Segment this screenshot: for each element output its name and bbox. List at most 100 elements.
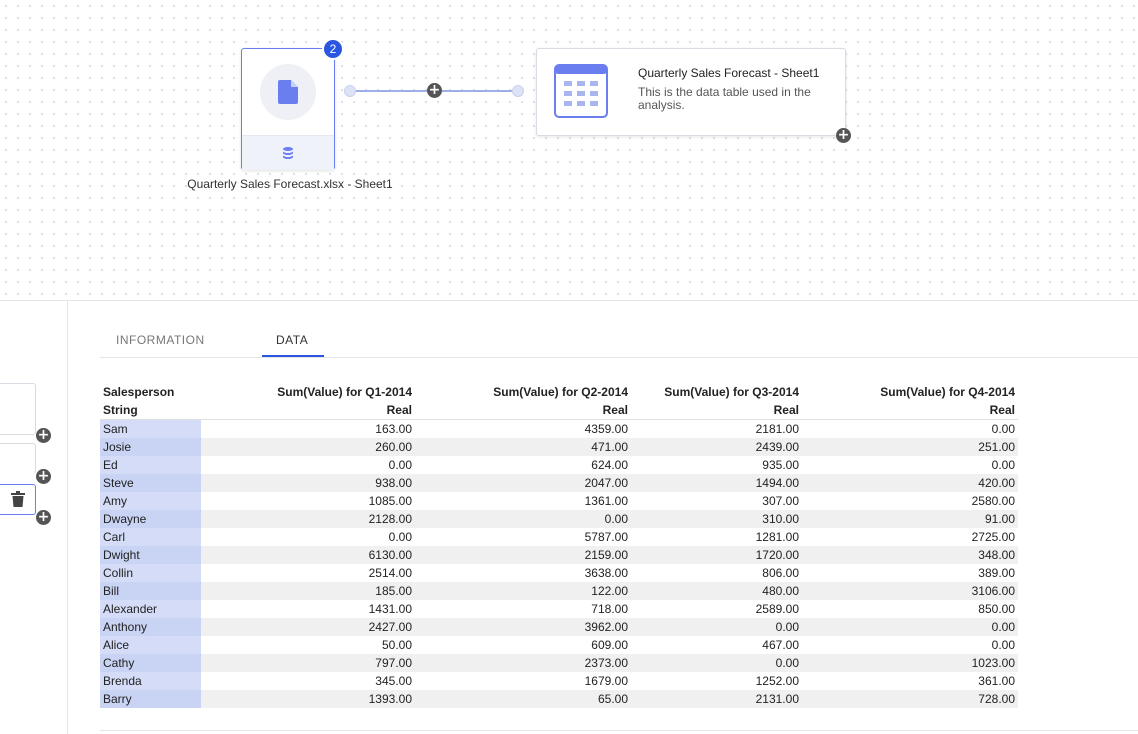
left-card-2-add-button[interactable]: + [36, 469, 51, 484]
tab-divider [100, 357, 1138, 358]
table-row: Brenda 345.00 1679.00 1252.00 361.00 [100, 672, 1018, 690]
table-row: Barry 1393.00 65.00 2131.00 728.00 [100, 690, 1018, 708]
target-node[interactable]: Quarterly Sales Forecast - Sheet1 This i… [536, 48, 846, 136]
table-icon [554, 64, 608, 118]
bottom-divider [100, 730, 1138, 731]
value-cell: 1361.00 [584, 494, 628, 508]
column-header[interactable]: Salesperson [100, 383, 201, 401]
salesperson-cell: Ed [100, 456, 201, 474]
value-cell: 5787.00 [584, 530, 628, 544]
salesperson-cell: Bill [100, 582, 201, 600]
trash-icon[interactable] [11, 491, 25, 507]
value-cell: 1494.00 [631, 474, 802, 492]
table-row: Ed 0.00 624.00 935.00 0.00 [100, 456, 1018, 474]
left-card-1-add-button[interactable]: + [36, 428, 51, 443]
target-add-button[interactable]: + [836, 128, 851, 143]
salesperson-cell: Josie [100, 438, 201, 456]
salesperson-cell: Steve [100, 474, 201, 492]
value-cell: 185.00 [201, 582, 415, 600]
table-row: Alice 50.00 609.00 467.00 0.00 [100, 636, 1018, 654]
value-cell: 1281.00 [755, 530, 799, 544]
salesperson-cell: Alexander [100, 600, 201, 618]
value-cell: 467.00 [762, 638, 799, 652]
value-cell: 797.00 [201, 654, 415, 672]
value-cell: 348.00 [802, 546, 1018, 564]
column-header[interactable]: Sum(Value) for Q1-2014 [201, 383, 415, 401]
value-cell: 2181.00 [755, 422, 799, 436]
value-cell: 50.00 [381, 638, 412, 652]
salesperson-cell: Collin [100, 564, 201, 582]
left-card-3-add-button[interactable]: + [36, 510, 51, 525]
value-cell: 480.00 [631, 582, 802, 600]
value-cell: 251.00 [802, 438, 1018, 456]
source-node[interactable] [241, 48, 335, 170]
value-cell: 345.00 [375, 674, 412, 688]
value-cell: 3638.00 [584, 566, 628, 580]
value-cell: 91.00 [802, 510, 1018, 528]
value-cell: 2159.00 [415, 546, 631, 564]
left-card-2[interactable] [0, 443, 36, 474]
value-cell: 0.00 [388, 530, 412, 544]
add-step-button[interactable]: + [427, 83, 442, 98]
table-type-row: String Real Real Real Real [100, 401, 1018, 420]
value-cell: 2427.00 [201, 618, 415, 636]
salesperson-cell: Brenda [100, 672, 201, 690]
value-cell: 850.00 [978, 602, 1015, 616]
table-row: Bill 185.00 122.00 480.00 3106.00 [100, 582, 1018, 600]
value-cell: 307.00 [762, 494, 799, 508]
value-cell: 2128.00 [201, 510, 415, 528]
column-header[interactable]: Sum(Value) for Q3-2014 [631, 383, 802, 401]
column-header[interactable]: Sum(Value) for Q4-2014 [802, 383, 1018, 401]
connector-end-dot[interactable] [512, 85, 524, 97]
value-cell: 2589.00 [755, 602, 799, 616]
salesperson-cell: Dwayne [100, 510, 201, 528]
value-cell: 0.00 [631, 618, 802, 636]
value-cell: 1023.00 [802, 654, 1018, 672]
value-cell: 0.00 [991, 422, 1015, 436]
salesperson-cell: Anthony [100, 618, 201, 636]
value-cell: 624.00 [591, 458, 628, 472]
target-node-description: This is the data table used in the analy… [638, 85, 811, 112]
value-cell: 3962.00 [415, 618, 631, 636]
value-cell: 122.00 [415, 582, 631, 600]
table-row: Collin 2514.00 3638.00 806.00 389.00 [100, 564, 1018, 582]
value-cell: 389.00 [978, 566, 1015, 580]
document-icon [278, 80, 298, 104]
value-cell: 0.00 [991, 458, 1015, 472]
value-cell: 1252.00 [755, 674, 799, 688]
value-cell: 1720.00 [631, 546, 802, 564]
column-type: String [100, 401, 201, 420]
value-cell: 718.00 [591, 602, 628, 616]
value-cell: 2580.00 [971, 494, 1015, 508]
salesperson-cell: Barry [100, 690, 201, 708]
database-icon [283, 147, 293, 159]
left-card-3[interactable] [0, 484, 36, 515]
active-tab-indicator [262, 355, 324, 357]
value-cell: 4359.00 [584, 422, 628, 436]
table-header-row: Salesperson Sum(Value) for Q1-2014 Sum(V… [100, 383, 1018, 401]
node-count-badge: 2 [322, 38, 344, 60]
column-header[interactable]: Sum(Value) for Q2-2014 [415, 383, 631, 401]
source-node-label: Quarterly Sales Forecast.xlsx - Sheet1 [187, 177, 393, 191]
value-cell: 163.00 [375, 422, 412, 436]
value-cell: 0.00 [415, 510, 631, 528]
tab-data[interactable]: DATA [276, 333, 308, 347]
tab-information[interactable]: INFORMATION [116, 333, 205, 347]
table-row: Sam 163.00 4359.00 2181.00 0.00 [100, 419, 1018, 438]
value-cell: 2514.00 [368, 566, 412, 580]
value-cell: 0.00 [802, 618, 1018, 636]
value-cell: 310.00 [631, 510, 802, 528]
table-row: Carl 0.00 5787.00 1281.00 2725.00 [100, 528, 1018, 546]
value-cell: 6130.00 [201, 546, 415, 564]
value-cell: 1085.00 [368, 494, 412, 508]
column-type: Real [415, 401, 631, 420]
salesperson-cell: Sam [100, 419, 201, 438]
value-cell: 2725.00 [971, 530, 1015, 544]
left-card-1[interactable] [0, 383, 36, 435]
value-cell: 2439.00 [631, 438, 802, 456]
value-cell: 728.00 [802, 690, 1018, 708]
connector-start-dot[interactable] [344, 85, 356, 97]
column-type: Real [201, 401, 415, 420]
flow-canvas[interactable] [0, 0, 1138, 301]
table-row: Alexander 1431.00 718.00 2589.00 850.00 [100, 600, 1018, 618]
